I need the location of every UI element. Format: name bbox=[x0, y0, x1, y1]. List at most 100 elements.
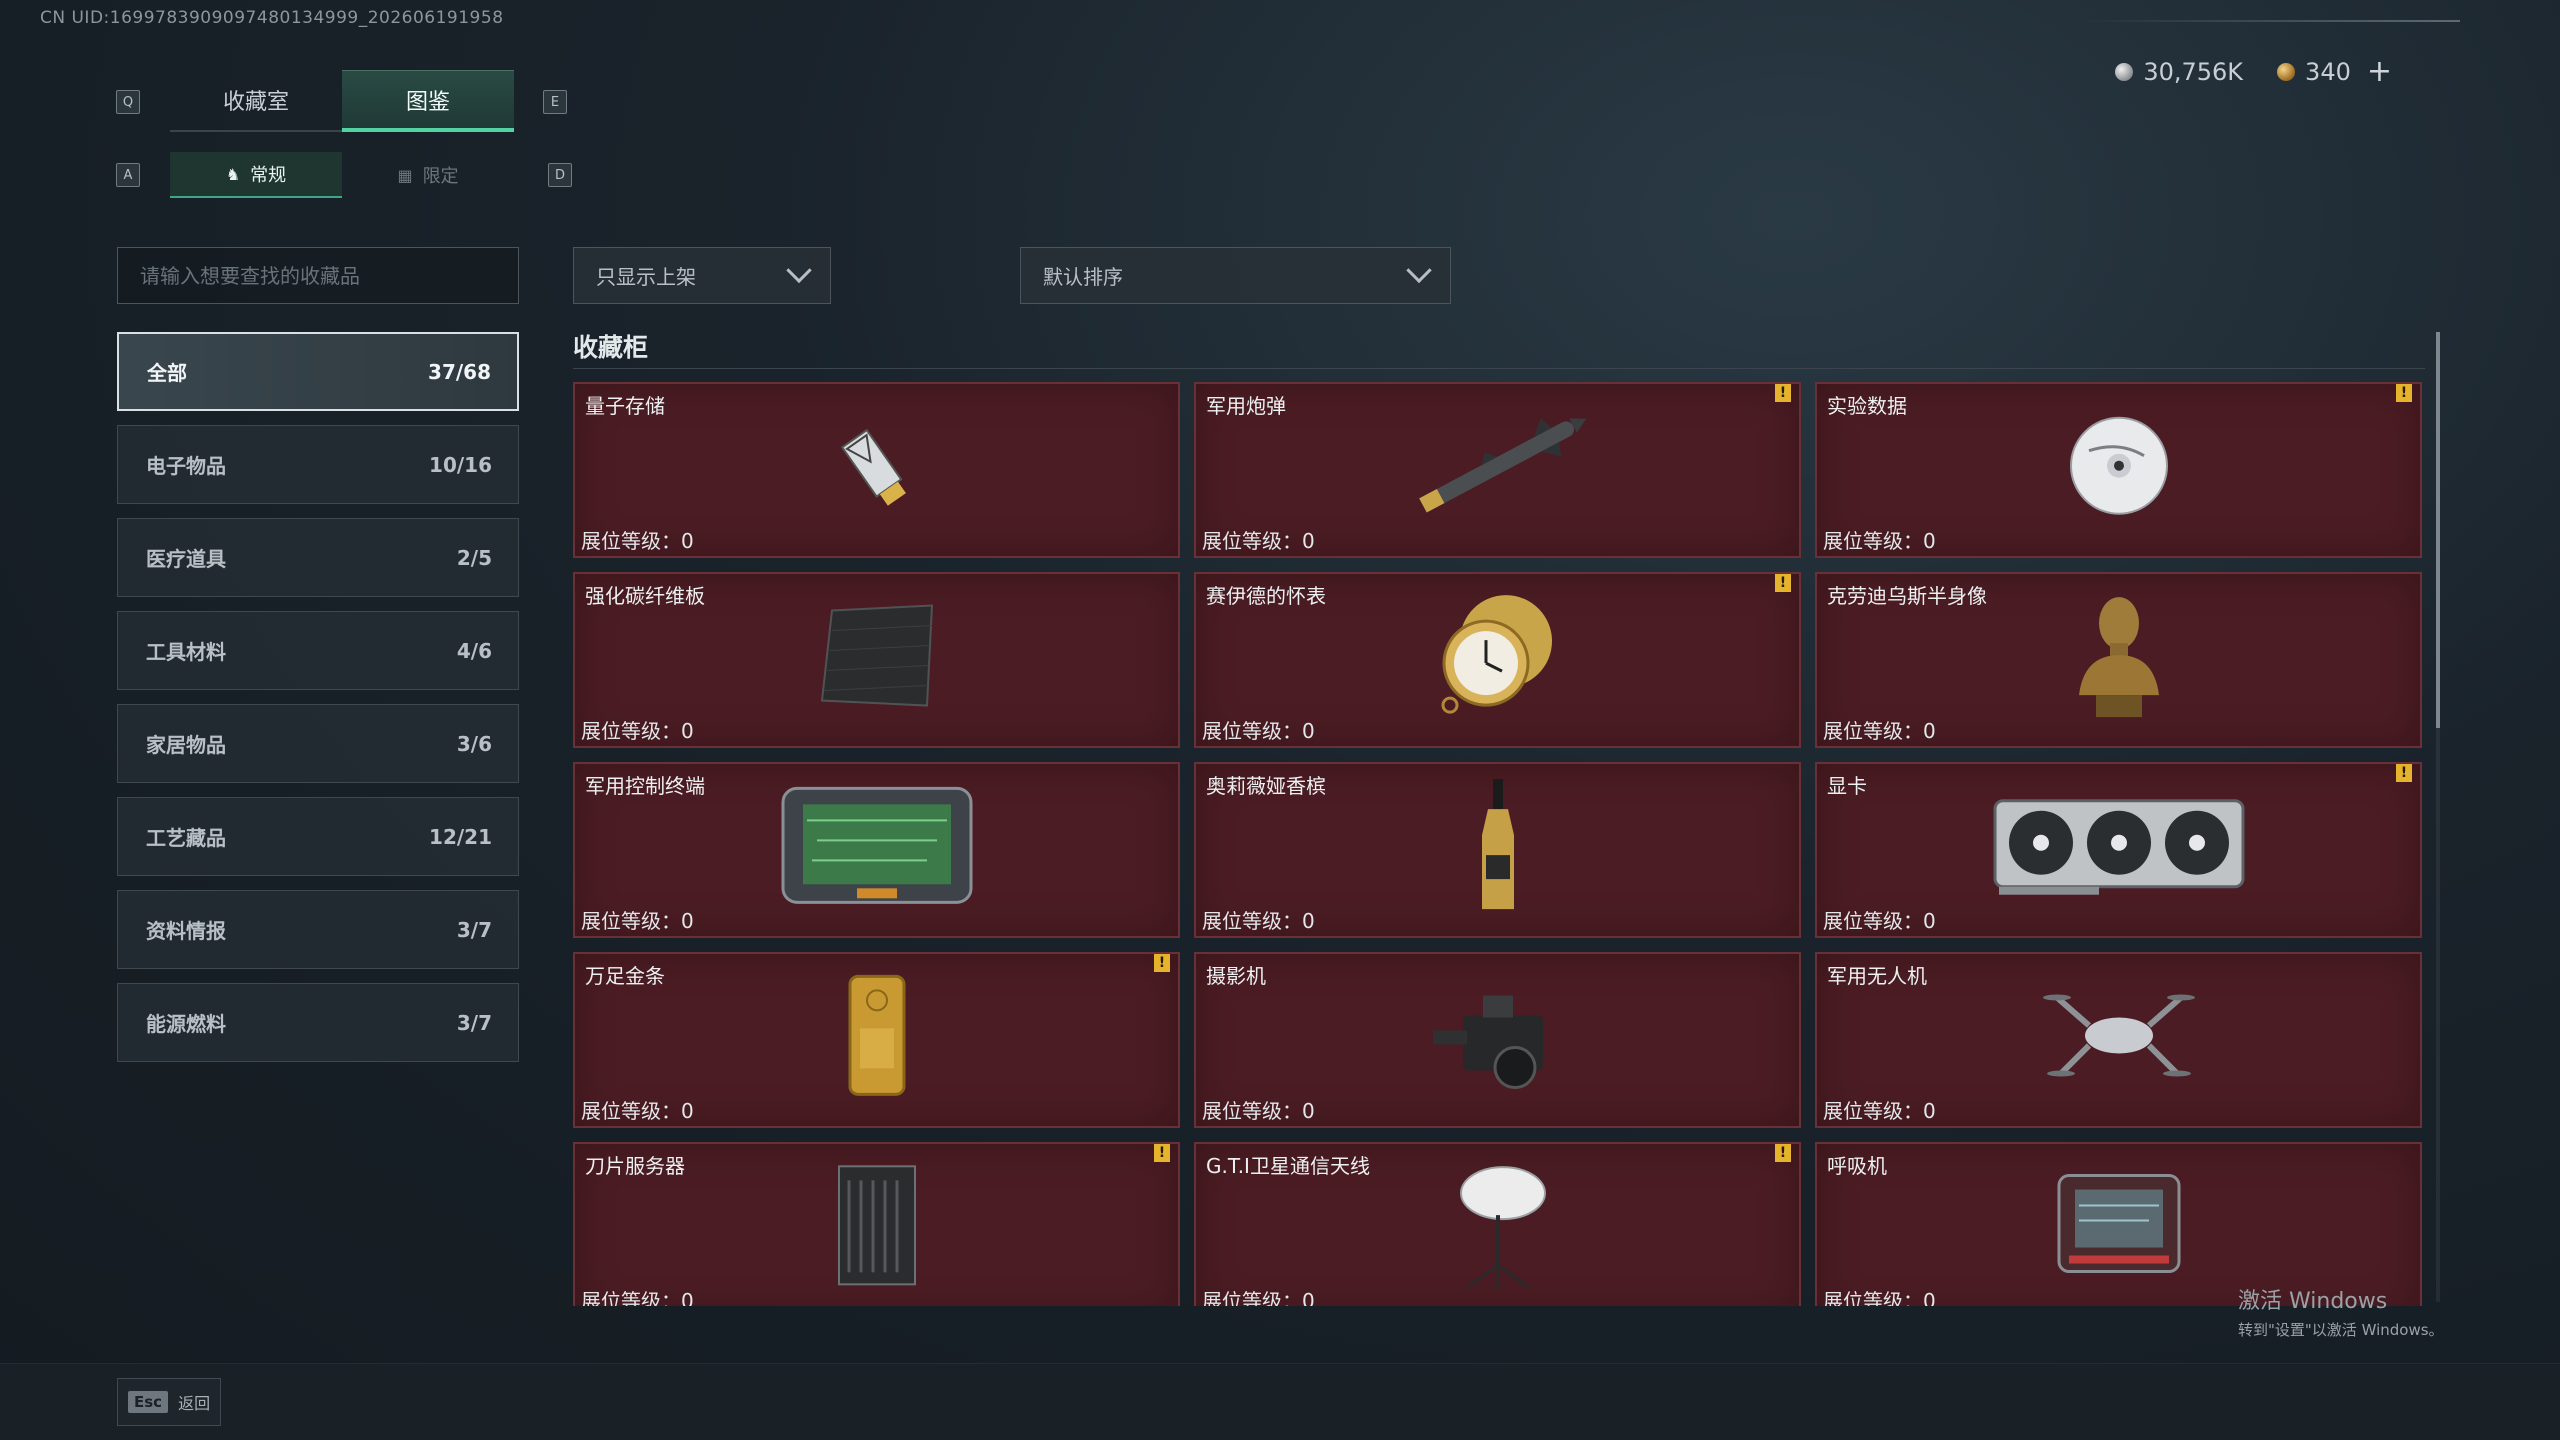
watch-icon bbox=[1428, 585, 1568, 729]
currency-bar: 30,756K 340 + bbox=[2115, 54, 2392, 89]
collection-grid: 量子存储 展位等级：0 军用炮弹! 展位等级：0 实验数据! 展位等级：0 强化碳纤维板 展位… bbox=[573, 382, 2425, 1306]
drone-icon bbox=[2039, 976, 2199, 1100]
booth-level: 展位等级：0 bbox=[1202, 909, 1315, 933]
search-box[interactable] bbox=[117, 247, 519, 304]
key-hint-a: A bbox=[116, 163, 140, 187]
item-name: 强化碳纤维板 bbox=[585, 584, 705, 608]
category-all[interactable]: 全部 37/68 bbox=[117, 332, 519, 411]
item-name: 呼吸机 bbox=[1827, 1154, 1887, 1178]
display-filter-dropdown[interactable]: 只显示上架 bbox=[573, 247, 831, 304]
tab-catalog[interactable]: 图鉴 bbox=[342, 70, 514, 132]
gold-coin-icon bbox=[2277, 62, 2296, 81]
collection-card[interactable]: 军用炮弹! 展位等级：0 bbox=[1194, 382, 1801, 558]
item-name: 量子存储 bbox=[585, 394, 665, 418]
top-decoration-line bbox=[2080, 20, 2460, 22]
collection-card[interactable]: 刀片服务器! 展位等级：0 bbox=[573, 1142, 1180, 1306]
missile-icon bbox=[1393, 406, 1603, 530]
booth-level: 展位等级：0 bbox=[581, 719, 694, 743]
item-name: 显卡 bbox=[1827, 774, 1867, 798]
back-button[interactable]: Esc 返回 bbox=[117, 1378, 222, 1426]
section-title: 收藏柜 bbox=[573, 333, 649, 362]
item-name: 刀片服务器 bbox=[585, 1154, 685, 1178]
sub-tabs: ♞ 常规 ▦ 限定 bbox=[170, 152, 514, 198]
subtab-regular[interactable]: ♞ 常规 bbox=[170, 152, 342, 198]
gold-amount: 340 bbox=[2305, 57, 2351, 86]
category-energy[interactable]: 能源燃料 3/7 bbox=[117, 983, 519, 1062]
search-input[interactable] bbox=[140, 263, 496, 288]
booth-level: 展位等级：0 bbox=[1202, 1289, 1315, 1306]
tab-collection-room[interactable]: 收藏室 bbox=[170, 70, 342, 132]
collection-card[interactable]: 万足金条! 展位等级：0 bbox=[573, 952, 1180, 1128]
category-label: 医疗道具 bbox=[146, 547, 226, 571]
category-label: 家居物品 bbox=[146, 733, 226, 757]
gold-icon bbox=[842, 970, 912, 1104]
bottle-icon bbox=[1468, 775, 1528, 919]
collection-card[interactable]: 实验数据! 展位等级：0 bbox=[1815, 382, 2422, 558]
figure-icon: ♞ bbox=[225, 164, 241, 184]
collection-card[interactable]: 军用无人机 展位等级：0 bbox=[1815, 952, 2422, 1128]
category-tools[interactable]: 工具材料 4/6 bbox=[117, 611, 519, 690]
scrollbar-thumb[interactable] bbox=[2436, 332, 2440, 728]
collection-card[interactable]: G.T.I卫星通信天线! 展位等级：0 bbox=[1194, 1142, 1801, 1306]
booth-level: 展位等级：0 bbox=[581, 529, 694, 553]
collection-card[interactable]: 军用控制终端展位等级：0 bbox=[573, 762, 1180, 938]
item-name: 军用控制终端 bbox=[585, 774, 705, 798]
warning-icon: ! bbox=[1775, 384, 1791, 402]
key-hint-d: D bbox=[548, 163, 572, 187]
warning-icon: ! bbox=[1154, 1144, 1170, 1162]
booth-level: 展位等级：0 bbox=[1823, 909, 1936, 933]
bust-icon bbox=[2064, 585, 2174, 729]
collection-card[interactable]: 摄影机 展位等级：0 bbox=[1194, 952, 1801, 1128]
add-currency-button[interactable]: + bbox=[2367, 54, 2392, 89]
back-label: 返回 bbox=[178, 1394, 211, 1413]
booth-level: 展位等级：0 bbox=[581, 909, 694, 933]
collection-card[interactable]: 呼吸机展位等级：0 bbox=[1815, 1142, 2422, 1306]
key-hint-e: E bbox=[543, 90, 567, 114]
booth-level: 展位等级：0 bbox=[1823, 529, 1936, 553]
category-intel[interactable]: 资料情报 3/7 bbox=[117, 890, 519, 969]
terminal-icon bbox=[777, 780, 977, 914]
subtab-limited[interactable]: ▦ 限定 bbox=[342, 152, 514, 198]
disc-icon bbox=[2064, 411, 2174, 525]
collection-card[interactable]: 克劳迪乌斯半身像 展位等级：0 bbox=[1815, 572, 2422, 748]
booth-level: 展位等级：0 bbox=[1823, 719, 1936, 743]
booth-level: 展位等级：0 bbox=[1823, 1289, 1936, 1306]
server-icon bbox=[827, 1160, 927, 1294]
category-count: 3/7 bbox=[456, 1010, 492, 1035]
booth-level: 展位等级：0 bbox=[1202, 529, 1315, 553]
collection-card[interactable]: 赛伊德的怀表! 展位等级：0 bbox=[1194, 572, 1801, 748]
collection-card[interactable]: 强化碳纤维板展位等级：0 bbox=[573, 572, 1180, 748]
category-electronics[interactable]: 电子物品 10/16 bbox=[117, 425, 519, 504]
category-count: 3/6 bbox=[456, 731, 492, 756]
category-label: 电子物品 bbox=[146, 454, 226, 478]
watermark-line1: 激活 Windows bbox=[2238, 1289, 2388, 1314]
silver-amount: 30,756K bbox=[2143, 57, 2244, 86]
warning-icon: ! bbox=[2396, 764, 2412, 782]
item-name: 万足金条 bbox=[585, 964, 665, 988]
booth-level: 展位等级：0 bbox=[581, 1289, 694, 1306]
subtab-regular-label: 常规 bbox=[250, 165, 287, 186]
category-label: 能源燃料 bbox=[146, 1012, 226, 1036]
sort-value: 默认排序 bbox=[1043, 265, 1123, 289]
chevron-down-icon bbox=[786, 257, 812, 283]
category-list: 全部 37/68 电子物品 10/16 医疗道具 2/5 工具材料 4/6 家居… bbox=[117, 332, 519, 1076]
item-name: G.T.I卫星通信天线 bbox=[1206, 1154, 1370, 1178]
category-count: 2/5 bbox=[456, 545, 492, 570]
sort-dropdown[interactable]: 默认排序 bbox=[1020, 247, 1451, 304]
category-crafts[interactable]: 工艺藏品 12/21 bbox=[117, 797, 519, 876]
category-medical[interactable]: 医疗道具 2/5 bbox=[117, 518, 519, 597]
section-divider bbox=[573, 368, 2425, 369]
category-household[interactable]: 家居物品 3/6 bbox=[117, 704, 519, 783]
category-count: 3/7 bbox=[456, 917, 492, 942]
category-count: 4/6 bbox=[456, 638, 492, 663]
collection-card[interactable]: 奥莉薇娅香槟 展位等级：0 bbox=[1194, 762, 1801, 938]
item-name: 摄影机 bbox=[1206, 964, 1266, 988]
warning-icon: ! bbox=[2396, 384, 2412, 402]
warning-icon: ! bbox=[1775, 1144, 1791, 1162]
warning-icon: ! bbox=[1154, 954, 1170, 972]
collection-card[interactable]: 量子存储展位等级：0 bbox=[573, 382, 1180, 558]
collection-card[interactable]: 显卡! 展位等级：0 bbox=[1815, 762, 2422, 938]
item-name: 赛伊德的怀表 bbox=[1206, 584, 1326, 608]
gold-currency: 340 + bbox=[2277, 54, 2392, 89]
bottom-bar bbox=[0, 1363, 2560, 1440]
